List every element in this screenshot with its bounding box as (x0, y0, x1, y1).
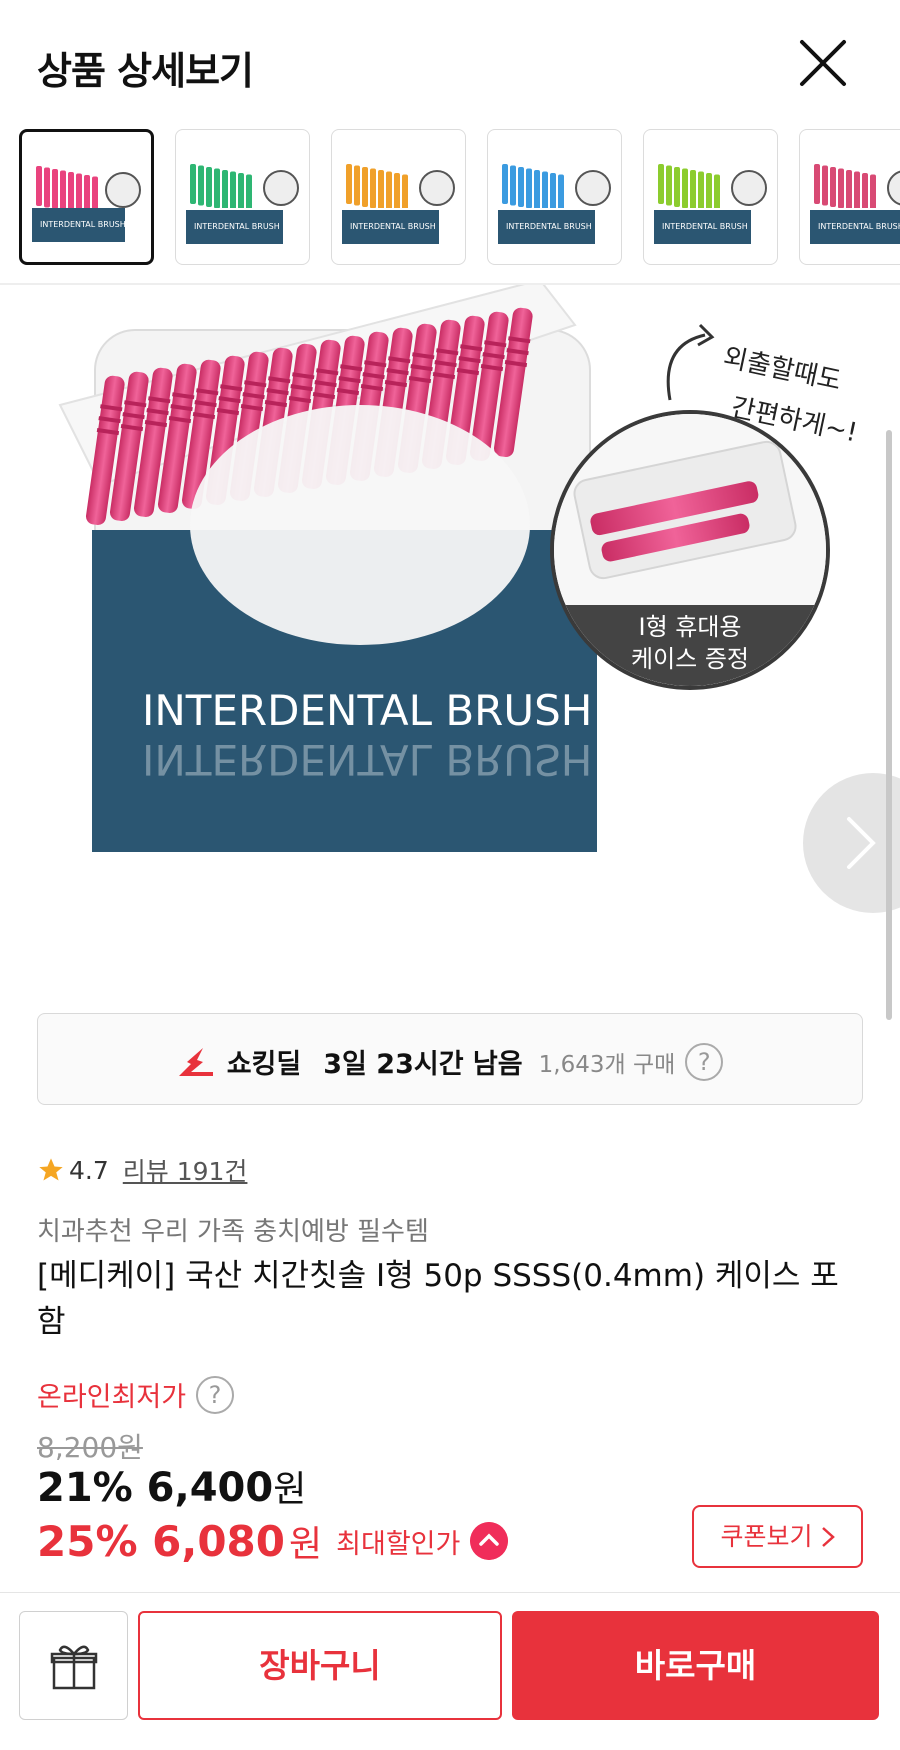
thumbnail-inset (419, 170, 455, 206)
thumbnail-item[interactable]: INTERDENTAL BRUSH (643, 129, 778, 265)
brush-thumbnail-art (190, 164, 252, 208)
chevron-right-icon (847, 817, 876, 869)
bottom-action-bar: 장바구니 바로구매 (0, 1592, 900, 1750)
product-name: [메디케이] 국산 치간칫솔 I형 50p SSSS(0.4mm) 케이스 포함 (37, 1258, 839, 1340)
thumbnail-box: INTERDENTAL BRUSH (186, 210, 283, 244)
max-discount-label: 최대할인가 (336, 1528, 461, 1560)
thumbnail-item[interactable]: INTERDENTAL BRUSH (19, 129, 154, 265)
buy-now-button[interactable]: 바로구매 (512, 1611, 879, 1720)
thumbnail-box: INTERDENTAL BRUSH (498, 210, 595, 244)
brush-thumbnail-art (502, 164, 564, 208)
brush-thumbnail-art (346, 164, 408, 208)
gift-button[interactable] (19, 1611, 128, 1720)
brush-thumbnail-art (658, 164, 720, 208)
thumbnail-inset (263, 170, 299, 206)
thumbnail-inset (731, 170, 767, 206)
star-icon (39, 1158, 63, 1181)
box-label: INTERDENTAL BRUSH (142, 686, 592, 735)
deal-buyer-count: 1,643개 구매 (538, 1051, 676, 1078)
brush-thumbnail-art (36, 166, 98, 210)
close-icon (800, 40, 846, 86)
expand-up-icon[interactable] (470, 1522, 509, 1560)
chevron-right-icon (821, 1526, 835, 1547)
badge-text: 케이스 증정 (631, 645, 749, 673)
sale-price-currency: 원 (273, 1469, 307, 1510)
deal-label: 쇼킹딜 (226, 1049, 302, 1080)
scrollbar[interactable] (886, 430, 892, 1020)
product-illustration: INTERDENTAL BRUSH INTERDENTAL BRUSH 외출할때… (58, 285, 860, 852)
deal-help-icon[interactable]: ? (685, 1042, 724, 1081)
thumbnail-label: INTERDENTAL BRUSH (662, 222, 748, 231)
thumbnail-item[interactable]: INTERDENTAL BRUSH (331, 129, 466, 265)
thumbnail-label: INTERDENTAL BRUSH (40, 220, 126, 229)
thumbnail-label: INTERDENTAL BRUSH (818, 222, 900, 231)
price-label-row: 온라인최저가 ? (37, 1375, 235, 1414)
coupon-button-label: 쿠폰보기 (720, 1522, 813, 1551)
svg-text:INTERDENTAL BRUSH: INTERDENTAL BRUSH (142, 735, 592, 784)
max-price-amount: 25% 6,080 (37, 1516, 286, 1566)
coupon-button[interactable]: 쿠폰보기 (692, 1505, 863, 1568)
thumbnail-inset (575, 170, 611, 206)
price-help-icon[interactable]: ? (196, 1375, 235, 1414)
rating-row: 4.7 리뷰 191건 (37, 1152, 247, 1188)
thumbnail-label: INTERDENTAL BRUSH (350, 222, 436, 231)
cart-button[interactable]: 장바구니 (138, 1611, 502, 1720)
shocking-deal-bar: 쇼킹딜 3일 23시간 남음 1,643개 구매 ? (37, 1013, 863, 1105)
thumbnail-box: INTERDENTAL BRUSH (810, 210, 900, 244)
thumbnail-box: INTERDENTAL BRUSH (32, 208, 126, 242)
header: 상품 상세보기 (0, 0, 900, 125)
thumbnail-box: INTERDENTAL BRUSH (654, 210, 751, 244)
max-discount-price: 25% 6,080 원 최대할인가 (37, 1515, 509, 1567)
thumbnail-item[interactable]: INTERDENTAL BRUSH (175, 129, 310, 265)
thumbnail-box: INTERDENTAL BRUSH (342, 210, 439, 244)
rating-score: 4.7 (69, 1155, 109, 1185)
sale-price-amount: 21% 6,400 (37, 1465, 274, 1511)
thumbnail-label: INTERDENTAL BRUSH (506, 222, 592, 231)
thumbnail-item[interactable]: INTERDENTAL BRUSH (799, 129, 900, 265)
gift-icon (50, 1645, 98, 1690)
thumbnail-strip[interactable]: INTERDENTAL BRUSH INTERDENTAL BRUSH INTE… (0, 125, 900, 285)
max-price-currency: 원 (289, 1524, 323, 1565)
brush-thumbnail-art (814, 164, 876, 208)
thumbnail-label: INTERDENTAL BRUSH (194, 222, 280, 231)
thumbnail-item[interactable]: INTERDENTAL BRUSH (487, 129, 622, 265)
product-image[interactable]: INTERDENTAL BRUSH INTERDENTAL BRUSH 외출할때… (0, 285, 900, 985)
thumbnail-inset (105, 172, 141, 208)
product-subtitle: 치과추천 우리 가족 충치예방 필수템 (37, 1217, 429, 1247)
close-button[interactable] (798, 38, 848, 88)
badge-text: I형 휴대용 (638, 613, 741, 641)
deal-time-left: 3일 23시간 남음 (323, 1049, 523, 1080)
page-title: 상품 상세보기 (37, 49, 254, 93)
callout-text: 외출할때도 (721, 343, 844, 397)
shocking-deal-icon (178, 1047, 213, 1076)
sale-price: 21% 6,400원 (37, 1460, 306, 1512)
lowest-price-label: 온라인최저가 (37, 1382, 187, 1413)
review-link[interactable]: 리뷰 191건 (123, 1152, 248, 1188)
thumbnail-inset (887, 170, 900, 206)
